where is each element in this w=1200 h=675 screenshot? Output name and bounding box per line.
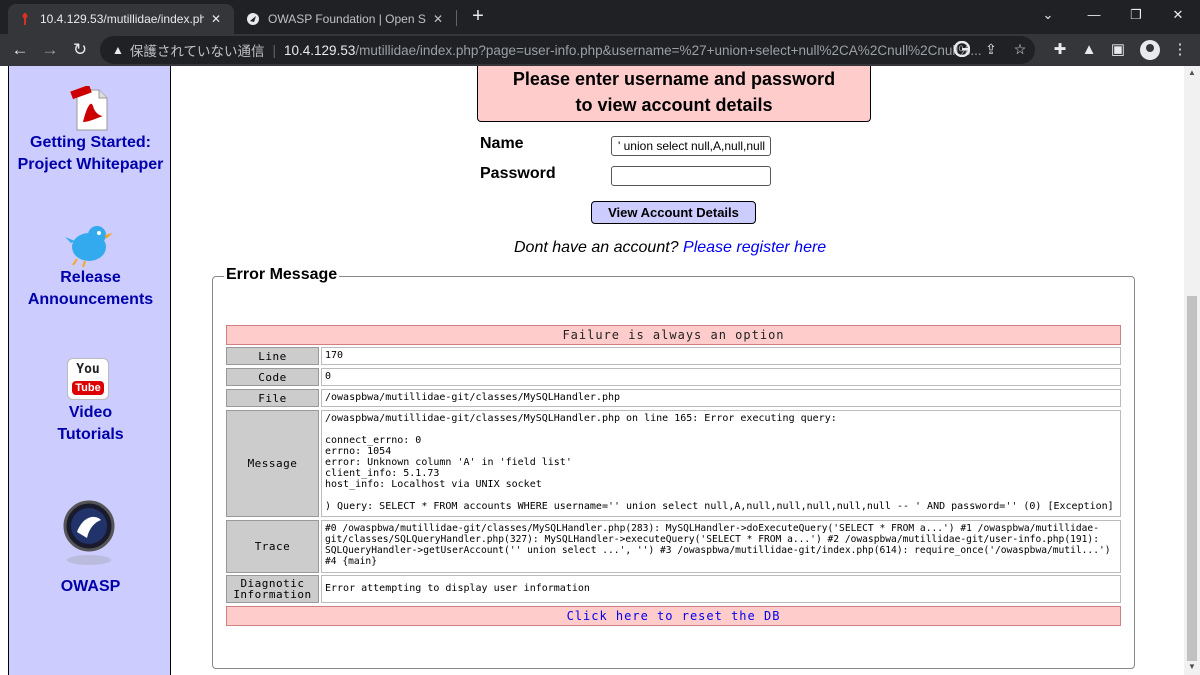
name-label: Name: [480, 135, 524, 152]
reload-button[interactable]: ↻: [68, 38, 92, 62]
youtube-icon[interactable]: You Tube: [67, 358, 109, 400]
browser-toolbar: ← → ↻ ▲ 保護されていない通信 | 10.4.129.53/mutilli…: [0, 34, 1200, 66]
scroll-thumb[interactable]: [1187, 296, 1197, 661]
error-row-value-message: /owaspbwa/mutillidae-git/classes/MySQLHa…: [321, 410, 1121, 517]
twitter-bird-icon[interactable]: [63, 221, 113, 272]
sidebar-item-whitepaper[interactable]: Getting Started: Project Whitepaper: [9, 132, 172, 176]
sidebar-item-label[interactable]: Tutorials: [9, 424, 172, 446]
url-host: 10.4.129.53: [284, 42, 356, 58]
register-prompt: Dont have an account?: [514, 239, 679, 256]
mutillidae-favicon-icon: [18, 12, 32, 26]
name-input[interactable]: ' union select null,A,null,null: [611, 136, 771, 156]
scroll-down-arrow-icon[interactable]: ▼: [1188, 662, 1196, 671]
error-row-value-line: 170: [321, 347, 1121, 365]
sidebar-item-release-announcements[interactable]: Release Announcements: [9, 267, 172, 311]
error-message-legend: Error Message: [224, 266, 340, 284]
extensions-icon[interactable]: ✚: [1048, 38, 1072, 62]
register-line: Dont have an account? Please register he…: [514, 239, 826, 257]
scroll-up-arrow-icon[interactable]: ▲: [1188, 68, 1196, 77]
sidebar: Getting Started: Project Whitepaper Rele…: [8, 66, 171, 675]
login-header-line2: to view account details: [575, 95, 773, 115]
sidebar-item-label[interactable]: OWASP: [9, 576, 172, 598]
error-row-label-file: File: [226, 389, 319, 407]
tab-title: OWASP Foundation | Open Source: [268, 12, 426, 26]
sidepanel-icon[interactable]: ▣: [1106, 38, 1130, 62]
tab-separator: [456, 10, 457, 26]
tab-close-icon[interactable]: ✕: [430, 12, 446, 26]
error-row-value-diagnostic: Error attempting to display user informa…: [321, 575, 1121, 603]
error-row-value-trace: #0 /owaspbwa/mutillidae-git/classes/MySQ…: [321, 520, 1121, 573]
google-icon[interactable]: [951, 38, 973, 60]
diagnostic-label-line2: Information: [233, 588, 312, 601]
register-link[interactable]: Please register here: [683, 239, 826, 256]
owasp-logo-icon[interactable]: [61, 498, 117, 573]
forward-button[interactable]: →: [38, 38, 62, 62]
address-separator: |: [272, 42, 277, 58]
login-header-line1: Please enter username and password: [512, 69, 836, 89]
password-input[interactable]: [611, 166, 771, 186]
sidebar-item-label[interactable]: Project Whitepaper: [9, 154, 172, 176]
sidebar-item-label[interactable]: Announcements: [9, 289, 172, 311]
page-viewport: Getting Started: Project Whitepaper Rele…: [0, 66, 1184, 675]
sidebar-item-video-tutorials[interactable]: Video Tutorials: [9, 402, 172, 446]
sidebar-item-label[interactable]: Video: [9, 402, 172, 424]
share-icon[interactable]: ⇪: [980, 38, 1002, 60]
failure-banner: Failure is always an option: [226, 325, 1121, 345]
url-path: /mutillidae/index.php?page=user-info.php…: [355, 42, 982, 58]
tab-search-chevron-icon[interactable]: ⌄: [1026, 0, 1070, 30]
error-row-value-code: 0: [321, 368, 1121, 386]
error-row-value-file: /owaspbwa/mutillidae-git/classes/MySQLHa…: [321, 389, 1121, 407]
youtube-tube-text: Tube: [72, 381, 104, 395]
restore-button[interactable]: ❐: [1114, 0, 1158, 30]
minimize-button[interactable]: —: [1072, 0, 1116, 30]
tab-mutillidae[interactable]: 10.4.129.53/mutillidae/index.php ✕: [8, 4, 234, 34]
new-tab-button[interactable]: +: [466, 5, 490, 29]
owasp-favicon-icon: [246, 12, 260, 26]
not-secure-warning-icon[interactable]: ▲: [112, 43, 124, 57]
close-window-button[interactable]: ✕: [1156, 0, 1200, 30]
error-row-label-trace: Trace: [226, 520, 319, 573]
sidebar-item-label[interactable]: Getting Started:: [9, 132, 172, 154]
error-row-label-code: Code: [226, 368, 319, 386]
password-label: Password: [480, 165, 556, 182]
error-row-label-message: Message: [226, 410, 319, 517]
profile-icon[interactable]: [1140, 40, 1160, 60]
login-header: Please enter username and password to vi…: [477, 66, 871, 122]
error-row-label-diagnostic: Diagnotic Information: [226, 575, 319, 603]
sidebar-item-owasp[interactable]: OWASP: [9, 576, 172, 598]
tab-close-icon[interactable]: ✕: [208, 12, 224, 26]
star-icon[interactable]: ☆: [1009, 38, 1031, 60]
tab-owasp[interactable]: OWASP Foundation | Open Source ✕: [236, 4, 456, 34]
back-button[interactable]: ←: [8, 38, 32, 62]
tab-title: 10.4.129.53/mutillidae/index.php: [40, 12, 204, 26]
youtube-you-text: You: [76, 362, 100, 377]
menu-icon[interactable]: ⋮: [1168, 38, 1192, 62]
security-label[interactable]: 保護されていない通信: [130, 40, 265, 60]
page-scrollbar[interactable]: ▲ ▼: [1184, 66, 1200, 675]
reset-db-link[interactable]: Click here to reset the DB: [226, 606, 1121, 626]
sidebar-item-label[interactable]: Release: [9, 267, 172, 289]
error-row-label-line: Line: [226, 347, 319, 365]
tab-bar: 10.4.129.53/mutillidae/index.php ✕ OWASP…: [0, 0, 1200, 34]
pdf-icon[interactable]: [69, 84, 111, 137]
address-bar[interactable]: ▲ 保護されていない通信 | 10.4.129.53/mutillidae/in…: [100, 36, 1035, 64]
view-account-details-button[interactable]: View Account Details: [591, 201, 756, 224]
labs-icon[interactable]: ▲: [1077, 38, 1101, 62]
